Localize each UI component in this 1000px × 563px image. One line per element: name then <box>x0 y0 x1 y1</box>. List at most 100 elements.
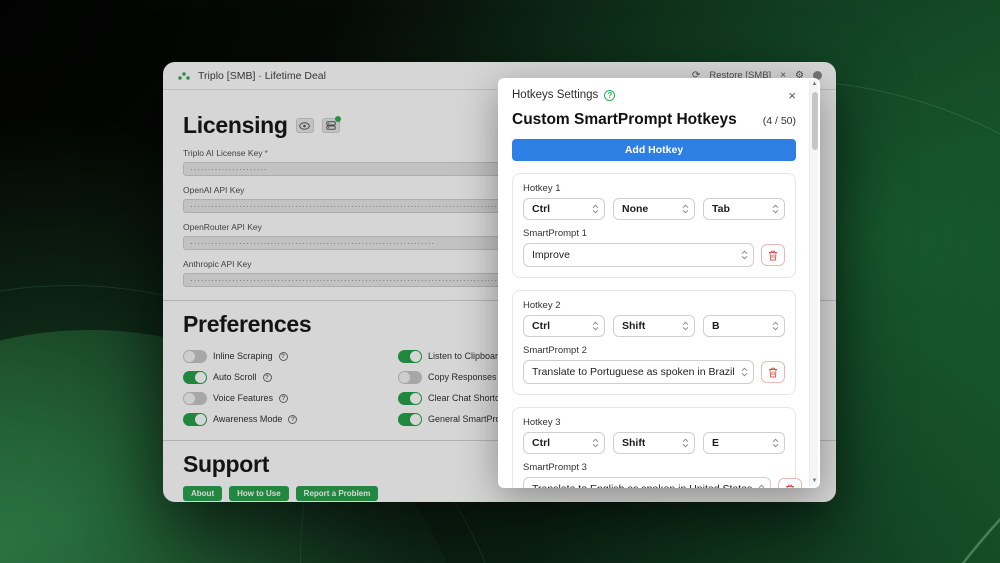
stepper-icon <box>682 322 689 331</box>
field-label: Anthropic API Key <box>183 259 252 269</box>
eye-icon <box>299 122 310 130</box>
modifier1-select[interactable]: Ctrl <box>523 198 605 220</box>
show-keys-button[interactable] <box>296 118 314 133</box>
help-icon[interactable]: ? <box>288 415 297 424</box>
pref-auto-scroll: Auto Scroll ? <box>183 369 398 385</box>
help-icon[interactable]: ? <box>604 90 615 101</box>
storage-button[interactable] <box>322 118 340 133</box>
modal-title-row: Hotkeys Settings ? × <box>512 86 796 104</box>
hotkey-card: Hotkey 1 Ctrl None Tab SmartPrompt 1 Imp… <box>512 173 796 278</box>
support-buttons: About How to Use Report a Problem <box>183 486 816 501</box>
hotkey-label: Hotkey 2 <box>523 300 785 311</box>
report-problem-button[interactable]: Report a Problem <box>296 486 379 501</box>
stepper-icon <box>741 368 748 377</box>
select-value: Shift <box>622 437 645 449</box>
hotkey-count: (4 / 50) <box>763 115 796 127</box>
smartprompt-select[interactable]: Translate to English as spoken in United… <box>523 477 771 488</box>
clear-chat-toggle[interactable] <box>398 392 422 405</box>
select-value: E <box>712 437 719 449</box>
key-select[interactable]: Tab <box>703 198 785 220</box>
toggle-knob <box>410 414 421 425</box>
pref-label: Awareness Mode <box>213 414 282 424</box>
listen-clipboard-toggle[interactable] <box>398 350 422 363</box>
stepper-icon <box>772 439 779 448</box>
stepper-icon <box>592 322 599 331</box>
hotkey-card: Hotkey 2 Ctrl Shift B SmartPrompt 2 Tran… <box>512 290 796 395</box>
copy-responses-toggle[interactable] <box>398 371 422 384</box>
smartprompt-select[interactable]: Translate to Portuguese as spoken in Bra… <box>523 360 754 384</box>
modifier2-select[interactable]: Shift <box>613 315 695 337</box>
pref-awareness-mode: Awareness Mode ? <box>183 411 398 427</box>
stepper-icon <box>772 205 779 214</box>
stepper-icon <box>592 205 599 214</box>
about-button[interactable]: About <box>183 486 222 501</box>
stepper-icon <box>741 251 748 260</box>
stepper-icon <box>772 322 779 331</box>
delete-hotkey-button[interactable] <box>761 244 785 266</box>
pref-label: Inline Scraping <box>213 351 273 361</box>
awareness-mode-toggle[interactable] <box>183 413 207 426</box>
select-value: Shift <box>622 320 645 332</box>
stepper-icon <box>682 205 689 214</box>
triplo-logo-icon <box>177 70 191 82</box>
toggle-knob <box>410 393 421 404</box>
modal-scrollbar[interactable]: ▲ ▼ <box>809 80 818 486</box>
help-icon[interactable]: ? <box>263 373 272 382</box>
pref-label: Listen to Clipboard <box>428 351 503 361</box>
pref-label: Voice Features <box>213 393 273 403</box>
hotkey-label: Hotkey 3 <box>523 417 785 428</box>
masked-value: ········································… <box>190 237 435 249</box>
modifier1-select[interactable]: Ctrl <box>523 315 605 337</box>
delete-hotkey-button[interactable] <box>778 478 802 488</box>
masked-value: ······················ <box>190 163 267 175</box>
modifier1-select[interactable]: Ctrl <box>523 432 605 454</box>
auto-scroll-toggle[interactable] <box>183 371 207 384</box>
voice-features-toggle[interactable] <box>183 392 207 405</box>
delete-hotkey-button[interactable] <box>761 361 785 383</box>
select-value: Ctrl <box>532 203 550 215</box>
scroll-up-icon[interactable]: ▲ <box>810 80 819 89</box>
toggle-knob <box>195 372 206 383</box>
field-label: Triplo AI License Key <box>183 148 263 158</box>
scrollbar-thumb[interactable] <box>812 92 818 150</box>
field-label: OpenAI API Key <box>183 185 244 195</box>
pref-label: Auto Scroll <box>213 372 257 382</box>
pref-voice-features: Voice Features ? <box>183 390 398 406</box>
inline-scraping-toggle[interactable] <box>183 350 207 363</box>
hotkeys-settings-modal: Hotkeys Settings ? × Custom SmartPrompt … <box>498 78 820 488</box>
required-mark: * <box>265 148 268 158</box>
select-value: Improve <box>532 249 570 261</box>
toggle-knob <box>399 372 410 383</box>
trash-icon <box>768 250 778 261</box>
smartprompt-label: SmartPrompt 2 <box>523 345 785 356</box>
key-select[interactable]: B <box>703 315 785 337</box>
help-icon[interactable]: ? <box>279 352 288 361</box>
select-value: Tab <box>712 203 730 215</box>
window-title: Triplo [SMB] · Lifetime Deal <box>198 70 326 82</box>
help-icon[interactable]: ? <box>279 394 288 403</box>
hotkey-label: Hotkey 1 <box>523 183 785 194</box>
stepper-icon <box>758 485 765 489</box>
trash-icon <box>785 484 795 489</box>
smartprompt-select[interactable]: Improve <box>523 243 754 267</box>
how-to-use-button[interactable]: How to Use <box>229 486 289 501</box>
toggle-knob <box>195 414 206 425</box>
close-icon[interactable]: × <box>788 89 796 102</box>
status-dot <box>335 116 341 122</box>
licensing-title: Licensing <box>183 112 288 139</box>
select-value: Ctrl <box>532 437 550 449</box>
scroll-down-icon[interactable]: ▼ <box>810 477 819 486</box>
modifier2-select[interactable]: Shift <box>613 432 695 454</box>
key-select[interactable]: E <box>703 432 785 454</box>
preferences-title: Preferences <box>183 311 311 338</box>
stepper-icon <box>592 439 599 448</box>
toggle-knob <box>410 351 421 362</box>
add-hotkey-button[interactable]: Add Hotkey <box>512 139 796 161</box>
toggle-knob <box>184 351 195 362</box>
pref-inline-scraping: Inline Scraping ? <box>183 348 398 364</box>
modal-heading-row: Custom SmartPrompt Hotkeys (4 / 50) <box>512 111 796 129</box>
select-value: Translate to English as spoken in United… <box>532 483 752 488</box>
trash-icon <box>768 367 778 378</box>
general-smartprompts-toggle[interactable] <box>398 413 422 426</box>
modifier2-select[interactable]: None <box>613 198 695 220</box>
